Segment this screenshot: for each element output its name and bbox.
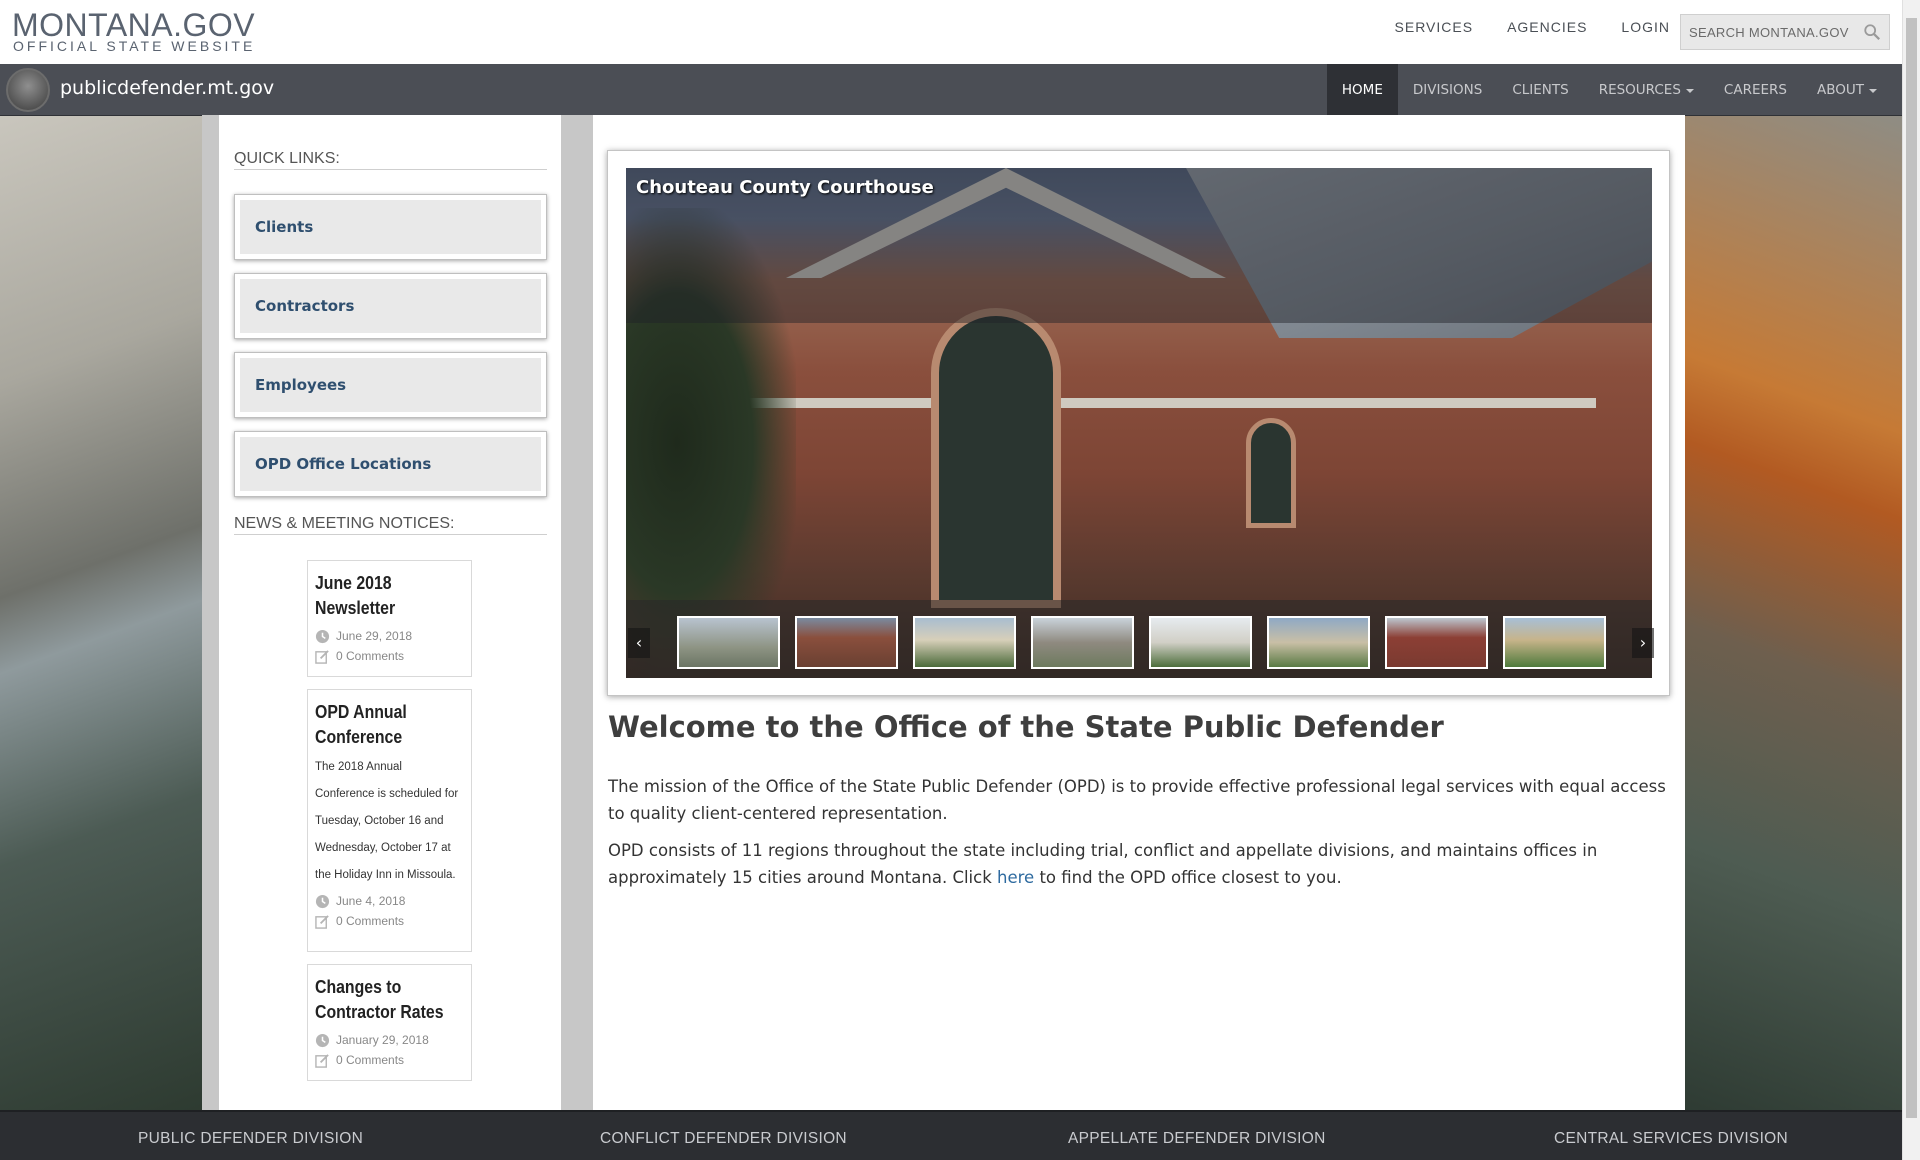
news-date-text: June 4, 2018	[336, 894, 406, 908]
caret-down-icon	[1685, 89, 1694, 93]
news-comments[interactable]: 0 Comments	[315, 1050, 464, 1070]
quick-link-contractors[interactable]: Contractors	[234, 273, 547, 339]
news-title-line: Contractor Rates	[315, 1002, 444, 1022]
slide-thumbnail[interactable]	[1149, 616, 1252, 669]
news-title[interactable]: OPD Annual Conference	[315, 700, 465, 750]
nav-about[interactable]: ABOUT	[1802, 64, 1892, 116]
nav-login[interactable]: LOGIN	[1621, 19, 1670, 35]
news-date-text: January 29, 2018	[336, 1033, 429, 1047]
main-nav: HOME DIVISIONS CLIENTS RESOURCES CAREERS…	[1326, 64, 1892, 116]
quick-link-label: Contractors	[240, 279, 541, 333]
search-input[interactable]	[1681, 15, 1851, 49]
news-item: Changes to Contractor Rates January 29, 2…	[307, 964, 472, 1081]
news-date: June 29, 2018	[315, 626, 464, 646]
nav-divisions-label: DIVISIONS	[1412, 82, 1483, 98]
state-top-nav: SERVICES AGENCIES LOGIN	[1361, 19, 1670, 35]
footer-public-defender-division[interactable]: PUBLIC DEFENDER DIVISION	[138, 1130, 363, 1148]
edit-icon	[315, 649, 329, 664]
quick-link-office-locations[interactable]: OPD Office Locations	[234, 431, 547, 497]
clock-icon	[315, 894, 330, 908]
slide-trim	[716, 398, 1596, 408]
nav-resources-label: RESOURCES	[1598, 82, 1681, 98]
quick-link-employees[interactable]: Employees	[234, 352, 547, 418]
agency-navbar: publicdefender.mt.gov HOME DIVISIONS CLI…	[0, 64, 1920, 116]
chevron-left-icon[interactable]: ‹	[628, 628, 650, 658]
news-title-line: Changes to	[315, 977, 402, 997]
news-title-line: June 2018	[315, 573, 392, 593]
chevron-right-icon[interactable]: ›	[1632, 628, 1654, 658]
logo-subtitle: OFFICIAL STATE WEBSITE	[13, 38, 256, 54]
footer-appellate-defender-division[interactable]: APPELLATE DEFENDER DIVISION	[1068, 1130, 1326, 1148]
slide-thumbnail[interactable]	[1267, 616, 1370, 669]
nav-services[interactable]: SERVICES	[1395, 19, 1474, 35]
background-mountains-right	[1680, 115, 1920, 1110]
regions-text-end: to find the OPD office closest to you.	[1034, 868, 1342, 887]
slide-caption: Chouteau County Courthouse	[636, 177, 934, 198]
news-item: June 2018 Newsletter June 29, 2018 0 Comm…	[307, 560, 472, 677]
page-scrollbar[interactable]	[1902, 0, 1920, 1160]
edit-icon	[315, 914, 329, 929]
news-comments-text: 0 Comments	[336, 914, 405, 928]
agency-name[interactable]: publicdefender.mt.gov	[60, 77, 274, 99]
background-mountains-left	[0, 115, 220, 1110]
footer-central-services-division[interactable]: CENTRAL SERVICES DIVISION	[1554, 1130, 1788, 1148]
caret-down-icon	[1869, 89, 1877, 93]
office-locations-link[interactable]: here	[997, 868, 1034, 887]
nav-resources[interactable]: RESOURCES	[1584, 64, 1709, 116]
news-comments-text: 0 Comments	[336, 1053, 405, 1067]
footer-conflict-defender-division[interactable]: CONFLICT DEFENDER DIVISION	[600, 1130, 847, 1148]
news-title-line: OPD Annual	[315, 702, 407, 722]
slide-window	[931, 308, 1061, 608]
scrollbar-thumb[interactable]	[1906, 18, 1917, 1118]
quick-link-label: OPD Office Locations	[240, 437, 541, 491]
footer: PUBLIC DEFENDER DIVISION CONFLICT DEFEND…	[0, 1110, 1920, 1160]
slide-thumbnail[interactable]	[913, 616, 1016, 669]
nav-divisions[interactable]: DIVISIONS	[1398, 64, 1497, 116]
mission-paragraph: The mission of the Office of the State P…	[608, 777, 1666, 823]
slide-thumbnail[interactable]	[1503, 616, 1606, 669]
search-icon[interactable]	[1863, 23, 1881, 41]
nav-about-label: ABOUT	[1816, 82, 1864, 98]
news-item: OPD Annual Conference The 2018 Annual Con…	[307, 689, 472, 952]
news-date: January 29, 2018	[315, 1030, 464, 1050]
news-comments[interactable]: 0 Comments	[315, 646, 464, 666]
agency-seal-icon[interactable]	[6, 68, 50, 112]
edit-icon	[315, 1053, 329, 1068]
clock-icon	[315, 1033, 330, 1047]
slide-window	[1246, 418, 1296, 528]
nav-clients[interactable]: CLIENTS	[1497, 64, 1583, 116]
slide-thumbnail[interactable]	[677, 616, 780, 669]
slide-thumbnail[interactable]	[1385, 616, 1488, 669]
nav-agencies[interactable]: AGENCIES	[1507, 19, 1587, 35]
clock-icon	[315, 629, 330, 643]
news-body: The 2018 Annual Conference is scheduled …	[315, 761, 459, 881]
news-date-text: June 29, 2018	[336, 629, 413, 643]
nav-careers-label: CAREERS	[1723, 82, 1787, 98]
page-title: Welcome to the Office of the State Publi…	[608, 710, 1444, 744]
search-box	[1680, 14, 1890, 50]
quick-link-clients[interactable]: Clients	[234, 194, 547, 260]
slide-thumbnail[interactable]	[795, 616, 898, 669]
news-title[interactable]: June 2018 Newsletter	[315, 571, 465, 621]
nav-clients-label: CLIENTS	[1512, 82, 1569, 98]
quick-link-label: Employees	[240, 358, 541, 412]
news-comments-text: 0 Comments	[336, 649, 405, 663]
slide-thumbnail[interactable]	[1031, 616, 1134, 669]
quick-links-heading: QUICK LINKS:	[234, 150, 547, 170]
news-title-line: Conference	[315, 727, 403, 747]
news-heading: NEWS & MEETING NOTICES:	[234, 515, 547, 535]
nav-careers[interactable]: CAREERS	[1709, 64, 1802, 116]
news-comments[interactable]: 0 Comments	[315, 911, 464, 931]
state-header: MONTANA.GOV OFFICIAL STATE WEBSITE SERVI…	[0, 0, 1920, 64]
news-date: June 4, 2018	[315, 891, 464, 911]
quick-link-label: Clients	[240, 200, 541, 254]
nav-home[interactable]: HOME	[1326, 64, 1398, 116]
nav-home-label: HOME	[1341, 82, 1383, 98]
news-title[interactable]: Changes to Contractor Rates	[315, 975, 465, 1025]
news-title-line: Newsletter	[315, 598, 396, 618]
regions-paragraph: OPD consists of 11 regions throughout th…	[608, 837, 1668, 891]
